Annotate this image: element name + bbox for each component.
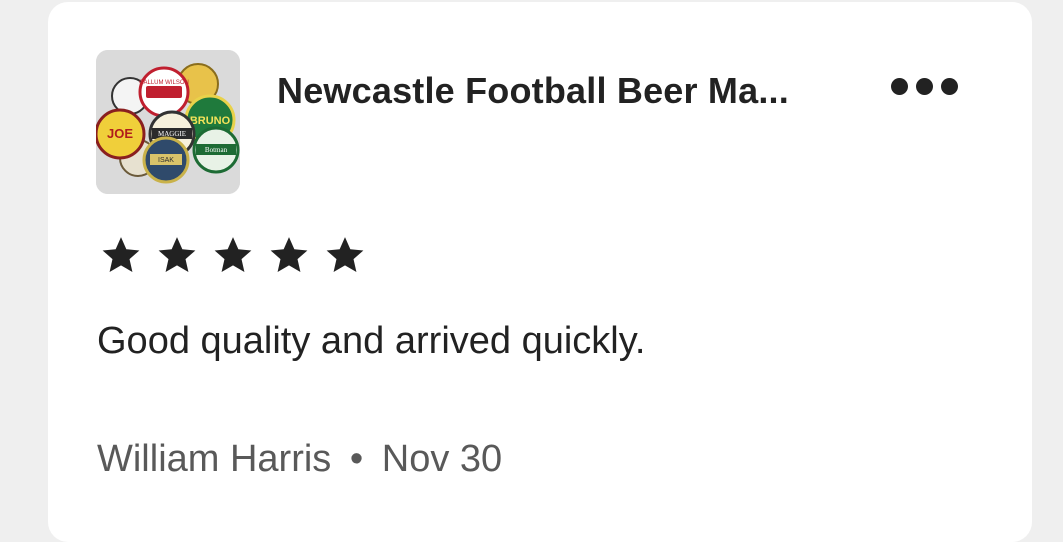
star-icon [212,234,254,276]
star-icon [268,234,310,276]
review-card: CALLUM WILSON BRUNO JOE MAGGIE Botman IS… [48,2,1032,542]
mat-label-isak: ISAK [158,157,174,164]
mat-label-joe: JOE [107,126,133,141]
star-icon [324,234,366,276]
mat-label-botman: Botman [205,146,228,154]
mat-label-bruno: BRUNO [190,115,231,127]
listing-thumbnail[interactable]: CALLUM WILSON BRUNO JOE MAGGIE Botman IS… [96,50,240,194]
star-icon [156,234,198,276]
mat-label-callum: CALLUM WILSON [139,80,189,86]
more-horizontal-icon [940,77,958,95]
listing-title[interactable]: Newcastle Football Beer Ma... [277,70,789,112]
review-meta: William Harris • Nov 30 [97,438,502,481]
more-horizontal-icon [915,77,933,95]
meta-separator: • [349,438,364,480]
more-horizontal-icon [890,77,908,95]
star-icon [100,234,142,276]
star-rating [100,234,366,276]
beer-mats-image: CALLUM WILSON BRUNO JOE MAGGIE Botman IS… [96,50,240,194]
review-date: Nov 30 [381,438,503,480]
review-text: Good quality and arrived quickly. [97,320,646,362]
review-author[interactable]: William Harris [97,438,331,480]
mat-label-maggie: MAGGIE [158,130,186,138]
more-options-button[interactable] [882,66,966,106]
